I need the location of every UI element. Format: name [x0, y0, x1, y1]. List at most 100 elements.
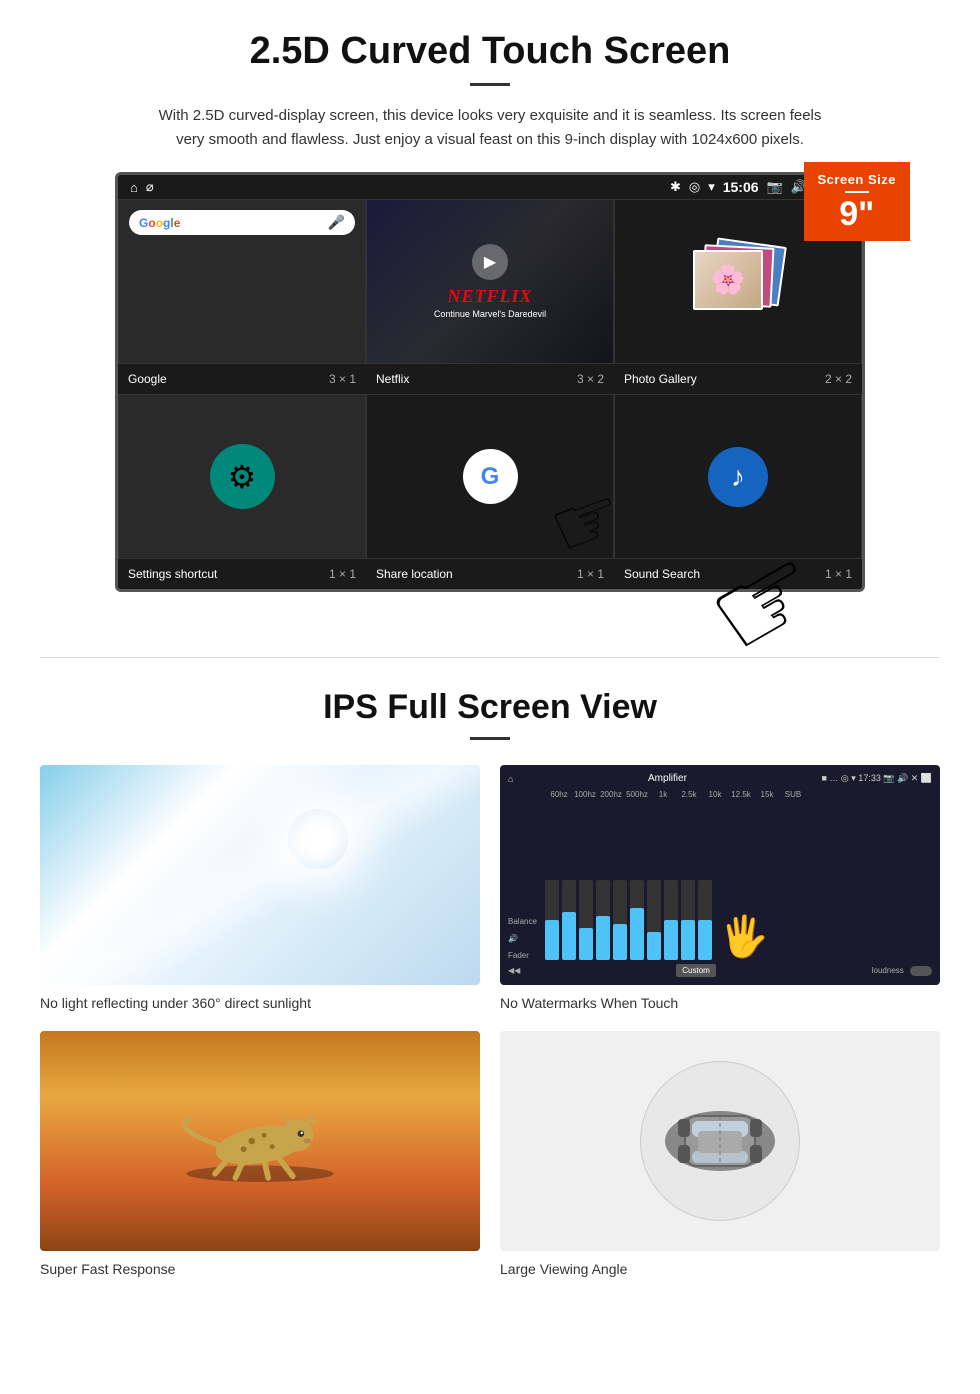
netflix-subtitle: Continue Marvel's Daredevil: [434, 309, 546, 319]
car-visual: [500, 1031, 940, 1251]
amp-custom-button[interactable]: Custom: [676, 964, 716, 977]
slider-9[interactable]: [681, 880, 695, 960]
app-labels-row1: Google 3 × 1 Netflix 3 × 2 Photo Gallery…: [118, 364, 862, 394]
car-circle: [640, 1061, 800, 1221]
badge-label: Screen Size: [818, 172, 897, 187]
amp-toggle[interactable]: [910, 966, 932, 976]
netflix-content: ▶ NETFLIX Continue Marvel's Daredevil: [434, 244, 546, 319]
google-search-bar[interactable]: Google 🎤: [129, 210, 355, 235]
app-label-netflix: Netflix 3 × 2: [366, 370, 614, 388]
slider-10[interactable]: [698, 880, 712, 960]
hand-on-slider: 🖐: [719, 913, 769, 960]
amp-home-icon: ⌂: [508, 774, 513, 784]
feature-amplifier: ⌂ Amplifier ■ … ◎ ▾ 17:33 📷 🔊 ✕ ⬜ 60hz 1…: [500, 765, 940, 1011]
location-icon: ◎: [689, 179, 700, 195]
feature-car: Large Viewing Angle: [500, 1031, 940, 1277]
app-cell-sound[interactable]: ♪: [614, 394, 862, 559]
feature-img-car: [500, 1031, 940, 1251]
feature-cheetah: Super Fast Response: [40, 1031, 480, 1277]
badge-divider: [845, 191, 869, 193]
sunlight-visual: [40, 765, 480, 985]
feature-img-sunlight: [40, 765, 480, 985]
app-cell-google[interactable]: Google 🎤: [118, 199, 366, 364]
gear-icon: ⚙: [228, 458, 257, 496]
play-button[interactable]: ▶: [472, 244, 508, 280]
slider-5[interactable]: [613, 880, 627, 960]
google-logo: Google: [139, 216, 180, 230]
device-container: Screen Size 9" ⌂ ⌀ ✱ ◎ ▾ 15:06 📷: [60, 172, 920, 597]
g-maps-letter: G: [481, 463, 500, 491]
slider-6[interactable]: [630, 880, 644, 960]
badge-size: 9": [818, 197, 897, 231]
pointing-hand-icon: ☞: [538, 466, 614, 559]
screen-size-badge: Screen Size 9": [804, 162, 911, 241]
gallery-size: 2 × 2: [825, 372, 852, 386]
amp-arrow-icon: ◀◀: [508, 966, 520, 975]
app-cell-netflix[interactable]: ▶ NETFLIX Continue Marvel's Daredevil: [366, 199, 614, 364]
amp-freq-labels: 60hz 100hz 200hz 500hz 1k 2.5k 10k 12.5k…: [508, 790, 932, 799]
sound-size: 1 × 1: [825, 567, 852, 581]
feature-sunlight: No light reflecting under 360° direct su…: [40, 765, 480, 1011]
cheetah-visual: [40, 1031, 480, 1251]
section-curved-screen: 2.5D Curved Touch Screen With 2.5D curve…: [0, 0, 980, 617]
slider-2[interactable]: [562, 880, 576, 960]
share-label: Share location: [376, 567, 453, 581]
section1-description: With 2.5D curved-display screen, this de…: [150, 104, 830, 152]
amplifier-label: No Watermarks When Touch: [500, 995, 940, 1011]
netflix-label: Netflix: [376, 372, 409, 386]
cheetah-label: Super Fast Response: [40, 1261, 480, 1277]
wifi-icon: ▾: [708, 179, 715, 195]
settings-icon-circle: ⚙: [210, 444, 275, 509]
app-label-gallery: Photo Gallery 2 × 2: [614, 370, 862, 388]
maps-icon: G: [463, 449, 518, 504]
app-cell-settings[interactable]: ⚙: [118, 394, 366, 559]
app-label-sound: Sound Search 1 × 1: [614, 565, 862, 583]
camera-icon[interactable]: 📷: [767, 179, 783, 195]
app-label-share: Share location 1 × 1: [366, 565, 614, 583]
slider-4[interactable]: [596, 880, 610, 960]
app-labels-row2: Settings shortcut 1 × 1 Share location 1…: [118, 559, 862, 589]
sound-label: Sound Search: [624, 567, 700, 581]
car-top-view-svg: [650, 1071, 790, 1211]
google-size: 3 × 1: [329, 372, 356, 386]
amplifier-visual: ⌂ Amplifier ■ … ◎ ▾ 17:33 📷 🔊 ✕ ⬜ 60hz 1…: [500, 765, 940, 985]
light-beam: [40, 765, 480, 985]
amp-header: ⌂ Amplifier ■ … ◎ ▾ 17:33 📷 🔊 ✕ ⬜: [508, 773, 932, 784]
mic-icon[interactable]: 🎤: [328, 214, 345, 231]
amp-title: Amplifier: [648, 773, 687, 784]
settings-size: 1 × 1: [329, 567, 356, 581]
flower-icon: 🌸: [711, 263, 746, 296]
status-bar: ⌂ ⌀ ✱ ◎ ▾ 15:06 📷 🔊 ✕ ⬜: [118, 175, 862, 199]
title-divider: [470, 83, 510, 86]
slider-1[interactable]: [545, 880, 559, 960]
sunlight-label: No light reflecting under 360° direct su…: [40, 995, 480, 1011]
feature-img-cheetah: [40, 1031, 480, 1251]
status-left: ⌂ ⌀: [130, 179, 154, 195]
section-ips-screen: IPS Full Screen View No light reflecting…: [0, 688, 980, 1307]
amp-sidebar: Balance 🔊 Fader: [508, 917, 543, 960]
amp-bottom: ◀◀ Custom loudness: [508, 964, 932, 977]
netflix-size: 3 × 2: [577, 372, 604, 386]
photo-layer-3: 🌸: [693, 250, 763, 310]
feature-img-amplifier: ⌂ Amplifier ■ … ◎ ▾ 17:33 📷 🔊 ✕ ⬜ 60hz 1…: [500, 765, 940, 985]
home-icon[interactable]: ⌂: [130, 180, 138, 195]
usb-icon: ⌀: [146, 179, 154, 195]
gallery-label: Photo Gallery: [624, 372, 697, 386]
amp-icons: ■ … ◎ ▾ 17:33 📷 🔊 ✕ ⬜: [822, 773, 933, 784]
app-label-google: Google 3 × 1: [118, 370, 366, 388]
feature-grid: No light reflecting under 360° direct su…: [40, 765, 940, 1277]
car-label: Large Viewing Angle: [500, 1261, 940, 1277]
slider-8[interactable]: [664, 880, 678, 960]
section2-divider: [470, 737, 510, 740]
app-cell-share[interactable]: G ☞: [366, 394, 614, 559]
share-size: 1 × 1: [577, 567, 604, 581]
slider-7[interactable]: [647, 880, 661, 960]
speaker-icon: 🔊: [508, 934, 543, 943]
app-grid-row1: Google 🎤 ▶ NETFLIX Continue Marvel's Dar…: [118, 199, 862, 364]
slider-3[interactable]: [579, 880, 593, 960]
bt-icon: ✱: [670, 179, 681, 195]
music-note-icon: ♪: [731, 461, 745, 493]
sound-search-icon: ♪: [708, 447, 768, 507]
section1-title: 2.5D Curved Touch Screen: [60, 30, 920, 73]
status-time: 15:06: [723, 179, 759, 195]
